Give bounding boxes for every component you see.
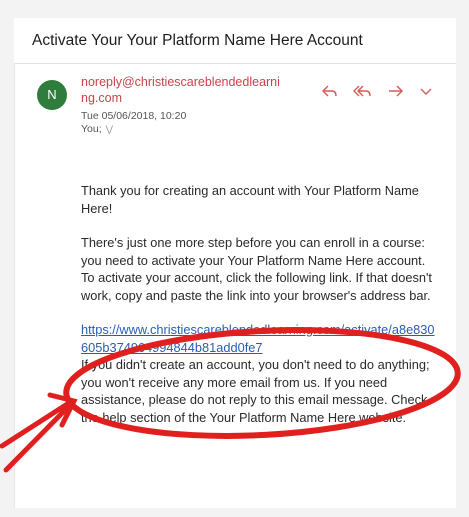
message-body: Thank you for creating an account with Y… (81, 182, 439, 443)
email-reading-pane: Activate Your Your Platform Name Here Ac… (0, 0, 469, 517)
reply-icon[interactable] (321, 83, 339, 99)
activation-link[interactable]: https://www.christiescareblendedlearning… (81, 321, 439, 356)
message-actions (321, 80, 433, 102)
subject-bar: Activate Your Your Platform Name Here Ac… (14, 18, 456, 64)
body-paragraph-thanks: Thank you for creating an account with Y… (81, 183, 419, 216)
body-paragraph-disclaimer: If you didn't create an account, you don… (81, 357, 430, 425)
message-card: N noreply@christiescareblendedlearning.c… (14, 64, 456, 508)
reply-all-icon[interactable] (353, 83, 373, 99)
sent-date: Tue 05/06/2018, 10:20 (81, 110, 187, 122)
sender-avatar[interactable]: N (37, 80, 67, 110)
body-paragraph-instructions: There's just one more step before you ca… (81, 235, 432, 303)
forward-icon[interactable] (387, 83, 405, 99)
recipient-line[interactable]: You; ⋁ (81, 123, 113, 135)
recipient-label: You; (81, 123, 102, 135)
chevron-down-icon[interactable] (419, 83, 433, 99)
expand-recipients-icon[interactable]: ⋁ (106, 124, 113, 134)
sender-address[interactable]: noreply@christiescareblendedlearning.com (81, 74, 281, 106)
email-subject: Activate Your Your Platform Name Here Ac… (32, 32, 363, 49)
